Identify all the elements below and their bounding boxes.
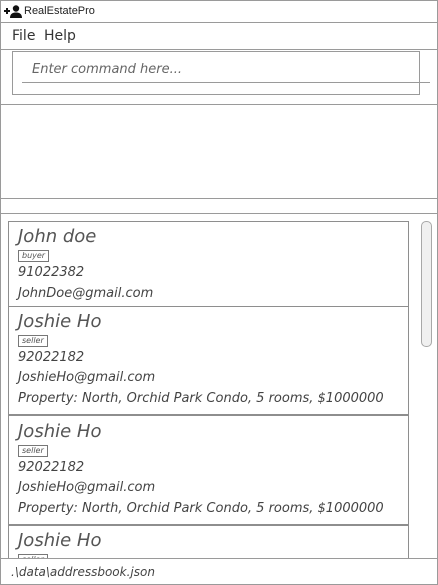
person-email: JoshieHo@gmail.com bbox=[18, 370, 156, 385]
person-name: Joshie Ho bbox=[18, 530, 102, 551]
command-box bbox=[12, 51, 430, 95]
panel-divider bbox=[1, 199, 437, 214]
person-property: Property: North, Orchid Park Condo, 5 ro… bbox=[18, 501, 384, 516]
list-scrollbar[interactable] bbox=[421, 221, 432, 347]
result-display bbox=[1, 105, 437, 199]
person-list[interactable]: John doe buyer 91022382 JohnDoe@gmail.co… bbox=[1, 214, 437, 558]
menu-help[interactable]: Help bbox=[44, 28, 76, 44]
status-bar: .\data\addressbook.json bbox=[1, 558, 437, 584]
command-box-area bbox=[1, 50, 437, 105]
command-input[interactable] bbox=[22, 56, 430, 83]
menu-file[interactable]: File bbox=[12, 28, 35, 44]
app-window: RealEstatePro File Help John doe buyer 9… bbox=[0, 0, 438, 585]
person-property: Property: North, Orchid Park Condo, 5 ro… bbox=[18, 391, 384, 406]
add-person-icon bbox=[4, 5, 22, 18]
person-card[interactable]: John doe buyer 91022382 JohnDoe@gmail.co… bbox=[8, 221, 409, 307]
menu-bar: File Help bbox=[1, 23, 437, 50]
person-card[interactable]: Joshie Ho seller 92022182 JoshieHo@gmail… bbox=[8, 306, 409, 415]
person-phone: 92022182 bbox=[18, 460, 85, 475]
person-phone: 92022182 bbox=[18, 350, 85, 365]
person-phone: 91022382 bbox=[18, 265, 85, 280]
window-title: RealEstatePro bbox=[24, 5, 95, 17]
person-tag: seller bbox=[18, 335, 48, 347]
person-name: Joshie Ho bbox=[18, 311, 102, 332]
person-email: JohnDoe@gmail.com bbox=[18, 286, 154, 301]
person-name: Joshie Ho bbox=[18, 421, 102, 442]
person-email: JoshieHo@gmail.com bbox=[18, 480, 156, 495]
person-card[interactable]: Joshie Ho seller 92022182 JoshieHo@gmail… bbox=[8, 415, 409, 525]
person-tag: seller bbox=[18, 445, 48, 457]
person-name: John doe bbox=[18, 226, 97, 247]
save-location: .\data\addressbook.json bbox=[11, 565, 155, 579]
title-bar: RealEstatePro bbox=[1, 1, 437, 23]
person-card[interactable]: Joshie Ho seller bbox=[8, 525, 409, 558]
person-tag: buyer bbox=[18, 250, 50, 262]
